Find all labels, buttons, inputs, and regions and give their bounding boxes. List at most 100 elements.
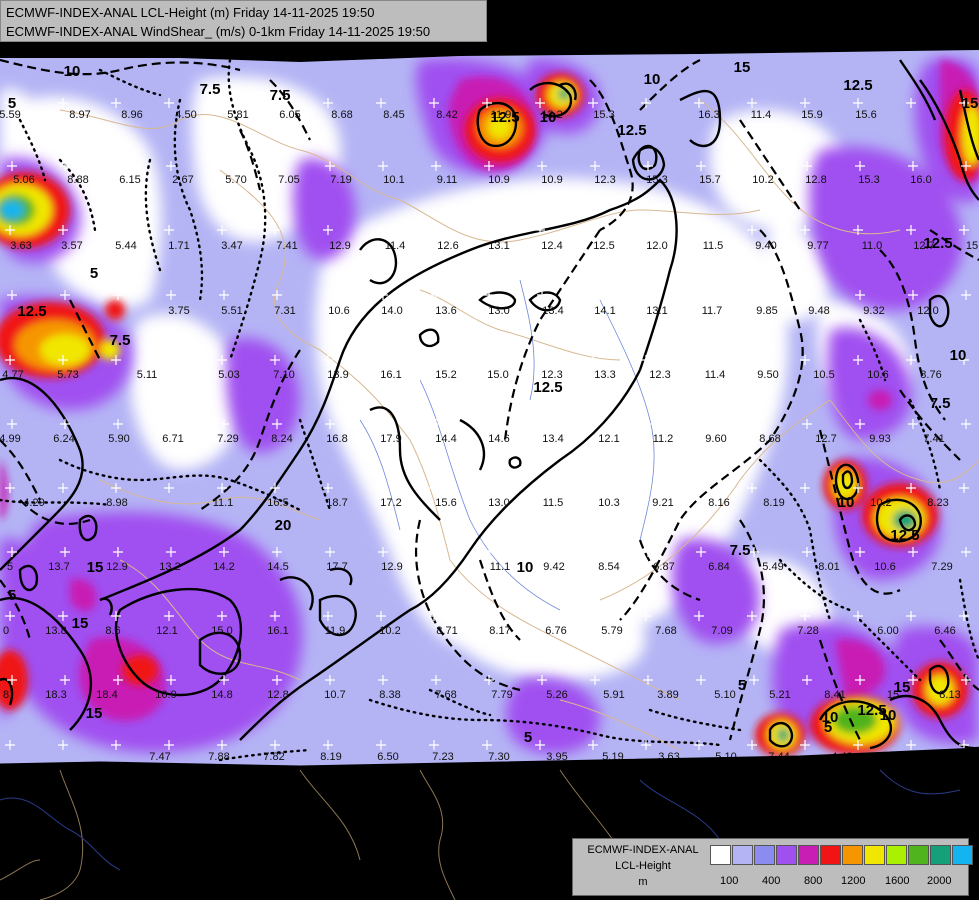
value-label: 8.96: [121, 109, 142, 121]
value-label: 5.44: [115, 240, 136, 252]
value-label: 7.88: [208, 751, 229, 763]
contour-label: 15: [87, 559, 104, 576]
value-label: 11.7: [702, 305, 723, 317]
value-label: 17.2: [380, 497, 401, 509]
value-label: 8.76: [920, 369, 941, 381]
legend-tick-2000: 2000: [927, 875, 952, 887]
value-label: 4.29: [23, 497, 44, 509]
legend-swatch-10: [930, 845, 951, 865]
value-label: 9.21: [652, 497, 673, 509]
value-label: 11.1: [490, 561, 511, 573]
value-label: 9.77: [807, 240, 828, 252]
legend-tick-1200: 1200: [841, 875, 866, 887]
value-label: 4.50: [175, 109, 196, 121]
legend-swatch-4: [798, 845, 819, 865]
value-label: 13.7: [48, 561, 69, 573]
value-label: 7.29: [931, 561, 952, 573]
value-label: 10.9: [541, 174, 562, 186]
value-label: 6.87: [653, 561, 674, 573]
value-label: 8.68: [759, 433, 780, 445]
legend-swatch-2: [754, 845, 775, 865]
contour-label: 12.5: [533, 379, 562, 396]
contour-label: 5: [524, 729, 532, 746]
contour-label: 10: [517, 559, 534, 576]
value-label: 5.70: [225, 174, 246, 186]
contour-label: 10: [540, 109, 557, 126]
value-label: 13.3: [594, 369, 615, 381]
contour-label: 12.5: [490, 109, 519, 126]
value-label: 5.10: [714, 689, 735, 701]
value-label: 7.23: [432, 751, 453, 763]
value-label: 15.9: [801, 109, 822, 121]
legend-param: LCL-Height: [615, 860, 671, 872]
value-label: 12.0: [646, 240, 667, 252]
value-label: 5.49: [762, 561, 783, 573]
contour-label: 5: [8, 95, 16, 112]
value-label: 10.6: [328, 305, 349, 317]
value-label: 13.1: [488, 240, 509, 252]
value-label: 3.47: [221, 240, 242, 252]
value-label: 6.50: [377, 751, 398, 763]
value-label: 6.15: [119, 174, 140, 186]
value-label: 15.3: [646, 174, 667, 186]
value-label: 18.3: [45, 689, 66, 701]
value-label: 13.0: [488, 497, 509, 509]
value-label: 10.3: [598, 497, 619, 509]
value-label: 6.05: [279, 109, 300, 121]
value-label: 6.24: [53, 433, 74, 445]
value-label: 16.0: [910, 174, 931, 186]
value-label: 7.19: [330, 174, 351, 186]
value-label: 11.1: [213, 497, 234, 509]
value-label: 13.2: [159, 561, 180, 573]
value-label: 12.8: [267, 689, 288, 701]
value-label: 1.71: [168, 240, 189, 252]
value-label: 8.6: [105, 625, 120, 637]
contour-label: 10: [880, 707, 897, 724]
value-label: 9.50: [757, 369, 778, 381]
value-label: 7.68: [655, 625, 676, 637]
value-label: 14.2: [213, 561, 234, 573]
value-label: 8.71: [436, 625, 457, 637]
legend-swatch-0: [710, 845, 731, 865]
value-label: 8.24: [271, 433, 292, 445]
value-label: 7.30: [488, 751, 509, 763]
contour-label: 10: [838, 494, 855, 511]
contour-label: 10: [950, 347, 967, 364]
value-label: 14.5: [267, 561, 288, 573]
value-label: 12.1: [598, 433, 619, 445]
value-label: 12.9: [381, 561, 402, 573]
legend-swatch-8: [886, 845, 907, 865]
value-label: 5.51: [221, 305, 242, 317]
legend-tick-100: 100: [720, 875, 739, 887]
value-label: 14.0: [381, 305, 402, 317]
value-label: 10.7: [324, 689, 345, 701]
contour-label: 10: [644, 71, 661, 88]
value-label: 12.3: [594, 174, 615, 186]
value-label: 12.1: [156, 625, 177, 637]
value-label: 3.63: [10, 240, 31, 252]
value-label: 7.09: [711, 625, 732, 637]
value-label: 11.5: [703, 240, 724, 252]
value-label: 5.21: [769, 689, 790, 701]
value-label: 5.90: [108, 433, 129, 445]
value-label: 7.41: [276, 240, 297, 252]
value-label: 18.4: [96, 689, 117, 701]
contour-label: 12.5: [17, 303, 46, 320]
value-label: 12.4: [541, 240, 562, 252]
value-label: 14.8: [211, 689, 232, 701]
legend-swatch-6: [842, 845, 863, 865]
value-label: 16.1: [380, 369, 401, 381]
value-label: 2.67: [172, 174, 193, 186]
contour-label: 7.5: [930, 395, 951, 412]
contour-label: 12.5: [890, 527, 919, 544]
contour-label: 7.5: [110, 332, 131, 349]
value-label: 12.9: [106, 561, 127, 573]
value-label: 17.9: [380, 433, 401, 445]
value-label: 10.2: [379, 625, 400, 637]
value-label: 5.11: [137, 369, 158, 381]
value-label: 12.6: [437, 240, 458, 252]
value-label: 10.5: [813, 369, 834, 381]
value-label: 9.11: [437, 174, 458, 186]
value-label: 12.9: [329, 240, 350, 252]
value-label: 9.93: [869, 433, 890, 445]
